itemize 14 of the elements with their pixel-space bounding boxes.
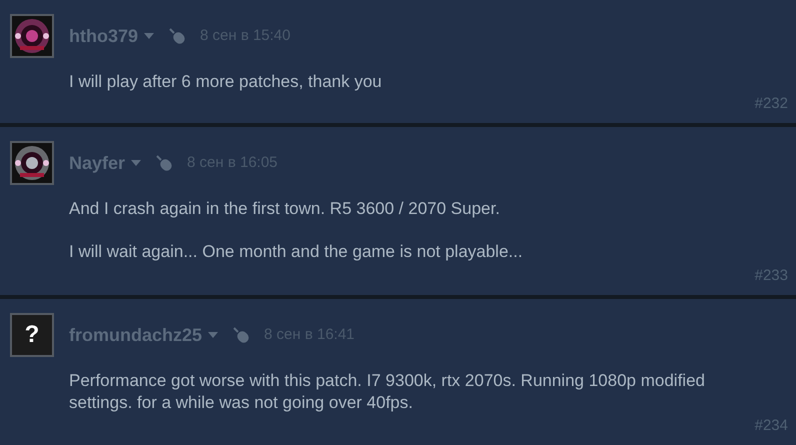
comment-text: And I crash again in the first town. R5 3600 / 2070 Super. [69,198,501,220]
comment-text: I will wait again... One month and the game is not playable... [69,241,524,263]
caret-icon[interactable] [208,332,218,338]
avatar[interactable] [10,141,54,185]
author-link[interactable]: Nayfer [69,150,126,176]
avatar[interactable] [10,14,54,58]
author-link[interactable]: fromundachz25 [69,322,202,348]
question-mark-icon: ? [24,323,40,347]
comment-text: Performance got worse with this patch. I7 9300k, rtx 2070s. Running 1080p modified settings. for a while was not going over 40fps. [69,370,706,414]
author-link[interactable]: htho379 [69,22,138,50]
caret-icon[interactable] [131,160,142,166]
avatar[interactable]: ? [10,313,54,357]
comment-text: I will play after 6 more patches, thank you [69,71,383,93]
caret-icon[interactable] [144,33,154,39]
